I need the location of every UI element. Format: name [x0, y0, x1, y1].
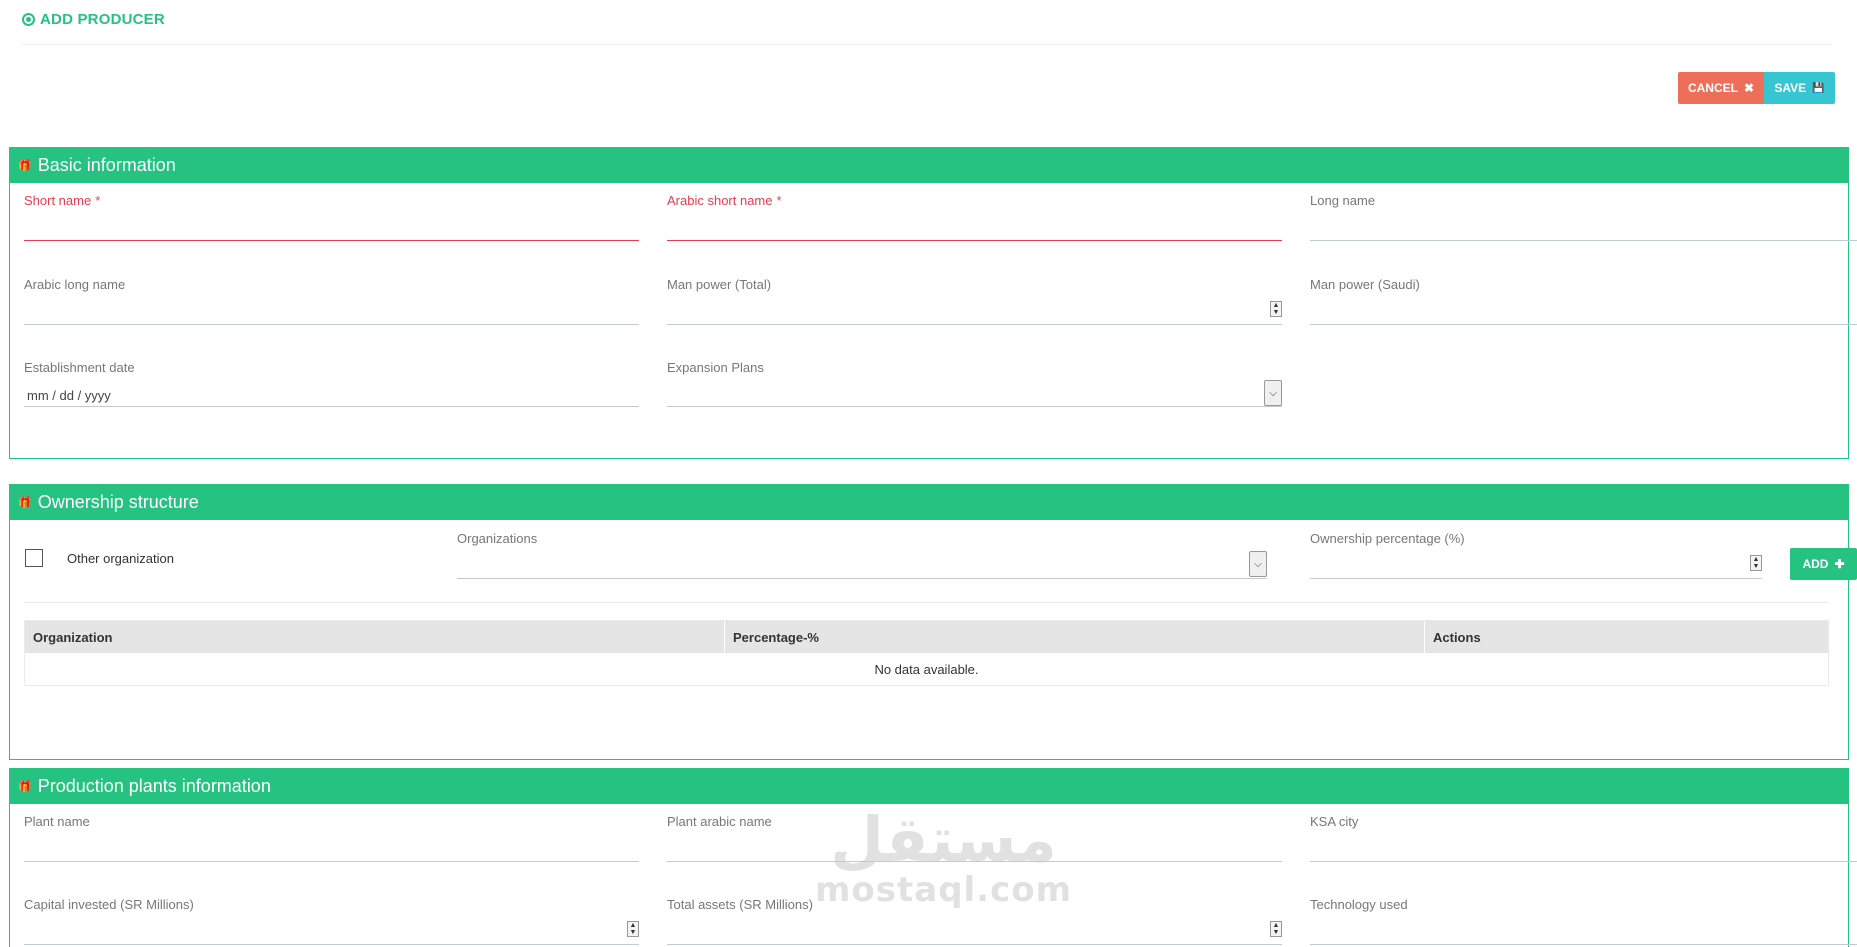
technology-used-label: Technology used [1310, 897, 1408, 912]
arabic-short-name-label: Arabic short name [667, 193, 773, 208]
gift-icon: 🎁 [18, 780, 32, 793]
man-power-total-label: Man power (Total) [667, 277, 772, 292]
floppy-disk-icon: 💾 [1812, 82, 1825, 94]
column-header-percentage[interactable]: Percentage-% [725, 621, 1425, 653]
arabic-short-name-field[interactable]: Arabic short name * [667, 193, 1282, 243]
plant-name-label: Plant name [24, 814, 90, 829]
ownership-percentage-label: Ownership percentage (%) [1310, 531, 1465, 546]
other-organization-label: Other organization [67, 551, 174, 566]
total-assets-label: Total assets (SR Millions) [667, 897, 813, 912]
other-organization-checkbox[interactable] [25, 549, 43, 567]
arabic-long-name-label: Arabic long name [24, 277, 126, 292]
plant-arabic-name-label: Plant arabic name [667, 814, 772, 829]
short-name-label: Short name [24, 193, 92, 208]
panel-title: Ownership structure [37, 491, 199, 512]
page-title: ADD PRODUCER [22, 11, 165, 28]
long-name-field[interactable]: Long name [1310, 193, 1857, 243]
column-header-organization[interactable]: Organization [25, 621, 725, 653]
add-button-label: ADD [1802, 557, 1829, 571]
number-stepper[interactable]: ▲ ▼ [1750, 555, 1762, 571]
total-assets-field[interactable]: Total assets (SR Millions) ▲ ▼ [667, 897, 1282, 947]
table-header: Organization Percentage-% Actions [25, 621, 1828, 653]
plant-arabic-name-field[interactable]: Plant arabic name [667, 814, 1282, 864]
capital-invested-label: Capital invested (SR Millions) [24, 897, 194, 912]
organizations-select[interactable]: Organizations ⌵ [457, 531, 1267, 581]
man-power-total-field[interactable]: Man power (Total) ▲ ▼ [667, 277, 1282, 327]
form-actions: CANCEL ✖ SAVE 💾 [1678, 72, 1835, 104]
ksa-city-label: KSA city [1310, 814, 1359, 829]
add-ownership-button[interactable]: ADD ✚ [1790, 548, 1857, 580]
save-button-label: SAVE [1774, 81, 1807, 95]
column-header-actions[interactable]: Actions [1425, 621, 1828, 653]
plant-name-field[interactable]: Plant name [24, 814, 639, 864]
panel-header: 🎁 Ownership structure [9, 484, 1849, 520]
panel-title: Basic information [37, 154, 176, 175]
number-stepper[interactable]: ▲ ▼ [1270, 921, 1282, 937]
short-name-field[interactable]: Short name * [24, 193, 639, 243]
production-plants-panel: 🎁 Production plants information Plant na… [9, 768, 1857, 947]
table-empty-message: No data available. [874, 661, 979, 677]
panel-header: 🎁 Basic information [9, 147, 1849, 183]
long-name-label: Long name [1310, 193, 1376, 208]
save-button[interactable]: SAVE 💾 [1764, 72, 1835, 104]
number-stepper[interactable]: ▲ ▼ [1270, 301, 1282, 317]
number-stepper[interactable]: ▲ ▼ [627, 921, 639, 937]
ownership-percentage-field[interactable]: Ownership percentage (%) ▲ ▼ [1310, 531, 1762, 581]
date-placeholder: mm / dd / yyyy [27, 388, 111, 403]
panel-title: Production plants information [37, 775, 271, 796]
technology-used-select[interactable]: Technology used ⌵ [1310, 897, 1857, 947]
establishment-date-field[interactable]: Establishment date mm / dd / yyyy [24, 360, 639, 410]
plus-icon: ✚ [1834, 557, 1845, 571]
panel-header: 🎁 Production plants information [9, 768, 1849, 804]
title-divider [22, 44, 1832, 45]
required-mark: * [776, 193, 782, 208]
ksa-city-select[interactable]: KSA city ⌵ [1310, 814, 1857, 864]
gear-icon [22, 13, 35, 26]
man-power-saudi-field[interactable]: Man power (Saudi) ▲▼ [1310, 277, 1857, 327]
ownership-structure-panel: 🎁 Ownership structure Other organization… [9, 484, 1857, 760]
expansion-plans-label: Expansion Plans [667, 360, 764, 375]
chevron-down-icon[interactable]: ⌵ [1264, 380, 1282, 406]
man-power-saudi-label: Man power (Saudi) [1310, 277, 1420, 292]
expansion-plans-select[interactable]: Expansion Plans ⌵ [667, 360, 1282, 410]
section-divider [24, 602, 1829, 603]
required-mark: * [95, 193, 101, 208]
cancel-button-label: CANCEL [1687, 81, 1738, 95]
chevron-down-icon[interactable]: ⌵ [1249, 551, 1267, 577]
gift-icon: 🎁 [18, 159, 32, 172]
arabic-long-name-field[interactable]: Arabic long name [24, 277, 639, 327]
page-title-text: ADD PRODUCER [40, 11, 165, 28]
capital-invested-field[interactable]: Capital invested (SR Millions) ▲ ▼ [24, 897, 639, 947]
ownership-table: Organization Percentage-% Actions No dat… [24, 620, 1829, 686]
organizations-label: Organizations [457, 531, 538, 546]
cancel-button[interactable]: CANCEL ✖ [1678, 72, 1764, 104]
establishment-date-label: Establishment date [24, 360, 135, 375]
basic-information-panel: 🎁 Basic information Short name * Arabic s… [9, 147, 1857, 459]
close-icon: ✖ [1743, 81, 1755, 95]
gift-icon: 🎁 [18, 496, 32, 509]
